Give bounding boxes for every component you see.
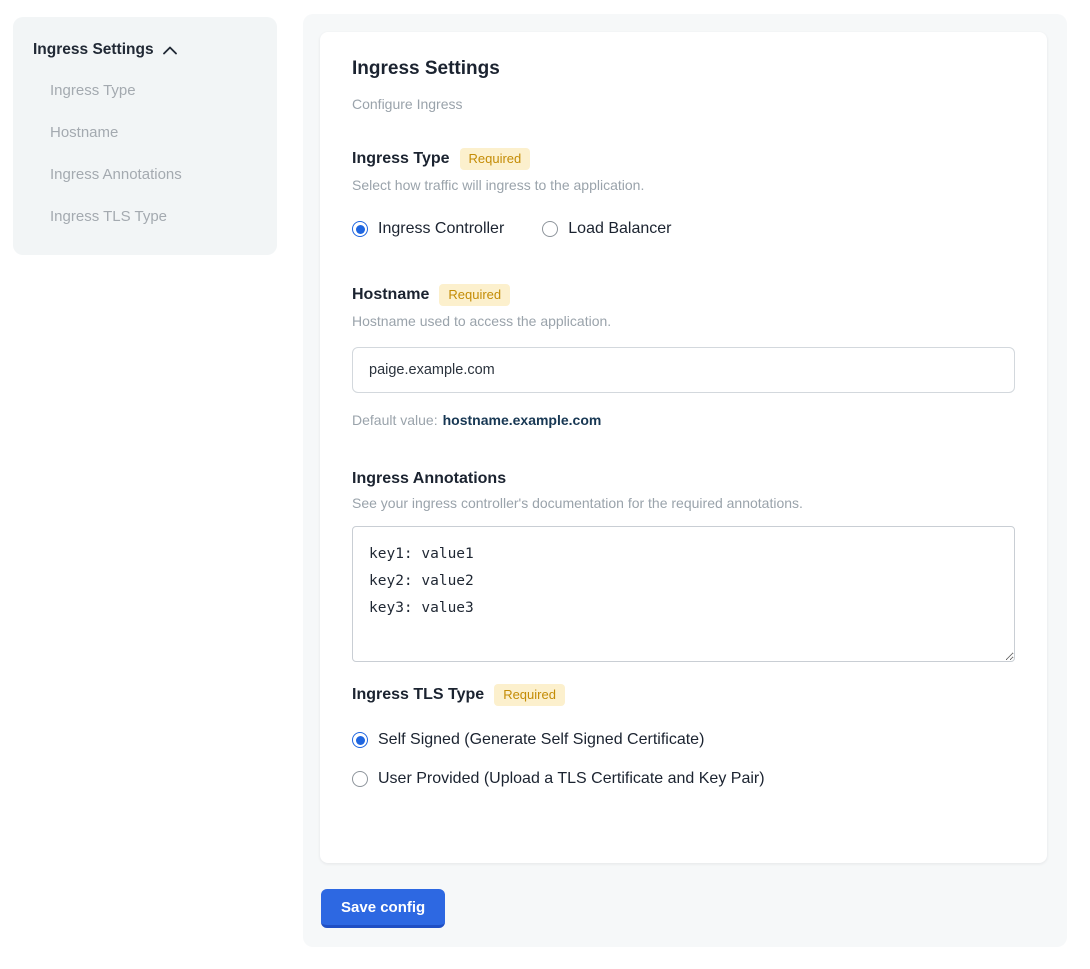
save-config-button[interactable]: Save config bbox=[321, 889, 445, 928]
page: Ingress Settings Ingress Type Hostname I… bbox=[0, 0, 1090, 969]
radio-icon[interactable] bbox=[542, 221, 558, 237]
chevron-up-icon bbox=[163, 46, 177, 55]
settings-nav-sidebar: Ingress Settings Ingress Type Hostname I… bbox=[13, 17, 277, 255]
hostname-default-line: Default value: hostname.example.com bbox=[352, 412, 1015, 428]
tls-type-label: Ingress TLS Type bbox=[352, 686, 484, 704]
sidebar-item-hostname[interactable]: Hostname bbox=[50, 123, 257, 143]
annotations-description: See your ingress controller's documentat… bbox=[352, 495, 1015, 511]
annotations-textarea[interactable]: key1: value1 key2: value2 key3: value3 bbox=[352, 526, 1015, 662]
sidebar-section-title: Ingress Settings bbox=[33, 41, 154, 59]
default-value-label: Default value: bbox=[352, 412, 438, 428]
sidebar-item-ingress-annotations[interactable]: Ingress Annotations bbox=[50, 165, 257, 185]
sidebar-item-ingress-type[interactable]: Ingress Type bbox=[50, 81, 257, 101]
main-panel: Ingress Settings Configure Ingress Ingre… bbox=[303, 14, 1067, 947]
radio-option-user-provided[interactable]: User Provided (Upload a TLS Certificate … bbox=[352, 770, 1015, 788]
radio-label-self-signed: Self Signed (Generate Self Signed Certif… bbox=[378, 731, 704, 749]
sidebar-item-ingress-tls-type[interactable]: Ingress TLS Type bbox=[50, 207, 257, 227]
radio-icon[interactable] bbox=[352, 771, 368, 787]
hostname-description: Hostname used to access the application. bbox=[352, 313, 1015, 329]
ingress-settings-card: Ingress Settings Configure Ingress Ingre… bbox=[320, 32, 1047, 863]
card-title: Ingress Settings bbox=[352, 58, 1015, 80]
hostname-input[interactable] bbox=[352, 347, 1015, 393]
field-ingress-tls-type: Ingress TLS Type Required Self Signed (G… bbox=[352, 684, 1015, 788]
sidebar-section-ingress-settings[interactable]: Ingress Settings bbox=[33, 41, 257, 59]
tls-type-required-badge: Required bbox=[494, 684, 565, 706]
ingress-type-radio-group: Ingress Controller Load Balancer bbox=[352, 220, 1015, 238]
tls-type-radio-group: Self Signed (Generate Self Signed Certif… bbox=[352, 731, 1015, 788]
radio-icon[interactable] bbox=[352, 732, 368, 748]
hostname-required-badge: Required bbox=[439, 284, 510, 306]
card-subtitle: Configure Ingress bbox=[352, 96, 1015, 112]
ingress-type-description: Select how traffic will ingress to the a… bbox=[352, 177, 1015, 193]
ingress-type-label: Ingress Type bbox=[352, 150, 450, 168]
field-ingress-annotations: Ingress Annotations See your ingress con… bbox=[352, 470, 1015, 662]
field-ingress-type: Ingress Type Required Select how traffic… bbox=[352, 148, 1015, 238]
default-value-text: hostname.example.com bbox=[443, 412, 602, 428]
radio-option-load-balancer[interactable]: Load Balancer bbox=[542, 220, 671, 238]
radio-label-ingress-controller: Ingress Controller bbox=[378, 220, 504, 238]
hostname-label: Hostname bbox=[352, 286, 429, 304]
radio-option-ingress-controller[interactable]: Ingress Controller bbox=[352, 220, 504, 238]
ingress-type-required-badge: Required bbox=[460, 148, 531, 170]
radio-option-self-signed[interactable]: Self Signed (Generate Self Signed Certif… bbox=[352, 731, 1015, 749]
radio-label-user-provided: User Provided (Upload a TLS Certificate … bbox=[378, 770, 765, 788]
radio-label-load-balancer: Load Balancer bbox=[568, 220, 671, 238]
field-hostname: Hostname Required Hostname used to acces… bbox=[352, 284, 1015, 428]
annotations-label: Ingress Annotations bbox=[352, 470, 506, 488]
radio-icon[interactable] bbox=[352, 221, 368, 237]
sidebar-items: Ingress Type Hostname Ingress Annotation… bbox=[33, 81, 257, 227]
